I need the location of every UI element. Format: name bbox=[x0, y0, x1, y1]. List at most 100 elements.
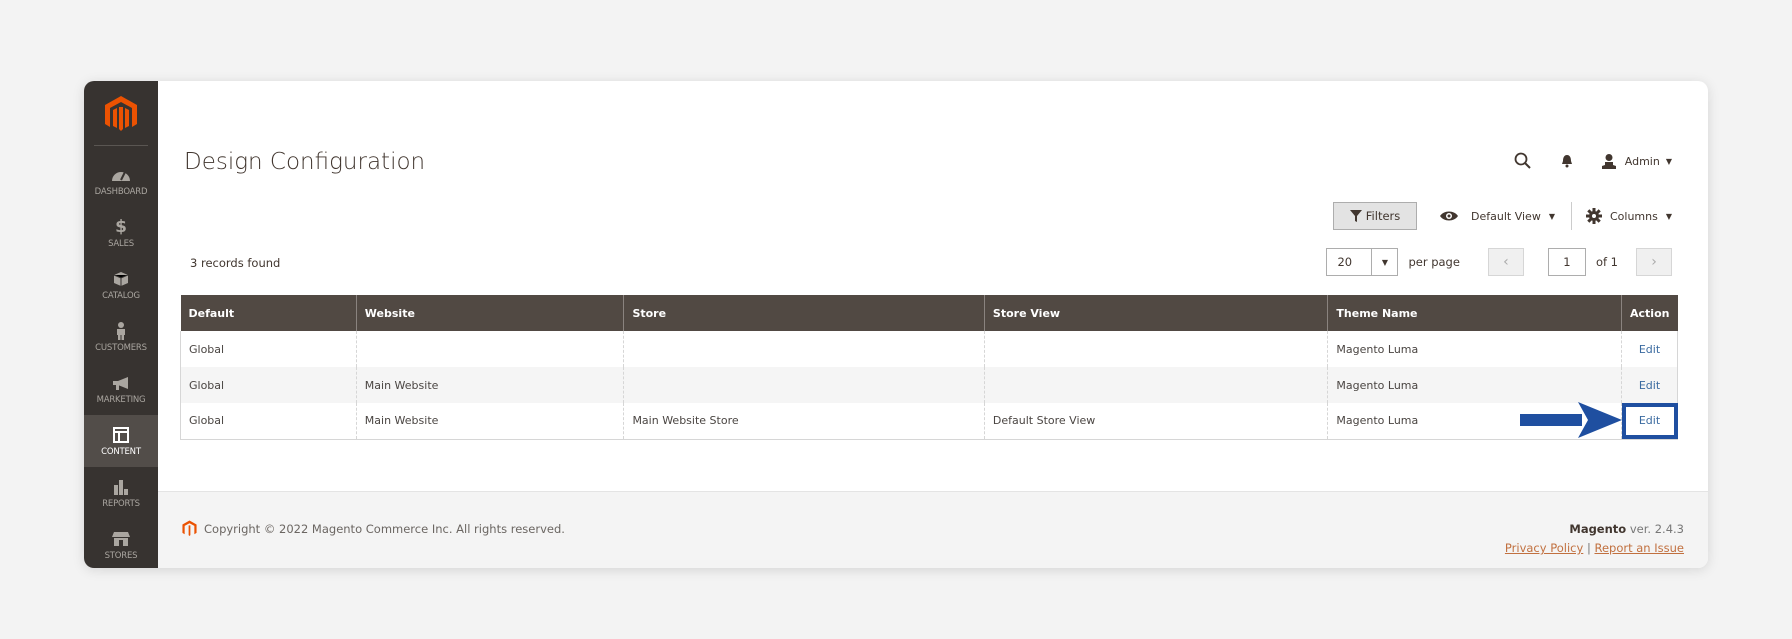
filters-button[interactable]: Filters bbox=[1333, 202, 1418, 230]
view-label: Default View bbox=[1471, 209, 1541, 223]
sidebar: DASHBOARD $ SALES CATALOG CUSTOMERS MARK… bbox=[84, 81, 158, 568]
sidebar-item-dashboard[interactable]: DASHBOARD bbox=[84, 155, 158, 207]
previous-page-button[interactable]: ‹ bbox=[1487, 248, 1524, 276]
sidebar-item-sales[interactable]: $ SALES bbox=[84, 207, 158, 259]
gear-icon bbox=[1585, 208, 1602, 224]
cell-store bbox=[623, 331, 985, 367]
dashboard-icon bbox=[111, 166, 131, 184]
copyright-text: Copyright © 2022 Magento Commerce Inc. A… bbox=[204, 521, 565, 536]
table-row: Global Main Website Main Website Store D… bbox=[180, 403, 1678, 440]
sidebar-item-reports[interactable]: REPORTS bbox=[84, 467, 158, 519]
cell-action: Edit bbox=[1621, 331, 1678, 367]
search-icon[interactable] bbox=[1513, 151, 1533, 171]
per-page-label: per page bbox=[1408, 255, 1460, 269]
edit-link[interactable]: Edit bbox=[1639, 343, 1660, 356]
chevron-left-icon: ‹ bbox=[1503, 254, 1509, 270]
caret-down-icon: ▼ bbox=[1548, 211, 1555, 221]
sidebar-item-label: DASHBOARD bbox=[94, 186, 148, 197]
cell-store-view bbox=[983, 367, 1328, 403]
column-header-theme-name[interactable]: Theme Name bbox=[1327, 295, 1622, 331]
header-actions: Admin ▼ bbox=[1513, 151, 1672, 171]
sidebar-item-label: CONTENT bbox=[101, 446, 141, 457]
column-header-store-view[interactable]: Store View bbox=[983, 295, 1328, 331]
column-header-website[interactable]: Website bbox=[355, 295, 624, 331]
user-icon bbox=[1601, 154, 1616, 169]
table-row: Global Magento Luma Edit bbox=[180, 331, 1678, 367]
cell-action-highlighted: Edit bbox=[1621, 403, 1678, 440]
footer: Copyright © 2022 Magento Commerce Inc. A… bbox=[158, 491, 1708, 568]
records-found: 3 records found bbox=[190, 256, 281, 270]
annotation-arrow-icon bbox=[1520, 402, 1622, 438]
filter-icon bbox=[1349, 210, 1362, 222]
default-view-dropdown[interactable]: Default View ▼ bbox=[1439, 210, 1555, 223]
bell-icon[interactable] bbox=[1557, 151, 1577, 171]
sidebar-item-label: REPORTS bbox=[102, 498, 140, 509]
cell-store-view bbox=[983, 331, 1328, 367]
per-page-select[interactable]: 20 ▼ bbox=[1326, 248, 1399, 276]
cell-theme-name: Magento Luma bbox=[1327, 367, 1622, 403]
filters-label: Filters bbox=[1365, 209, 1401, 223]
privacy-policy-link[interactable]: Privacy Policy bbox=[1505, 541, 1583, 555]
cell-default: Global bbox=[180, 403, 357, 440]
cell-store: Main Website Store bbox=[623, 403, 985, 440]
edit-link[interactable]: Edit bbox=[1639, 414, 1660, 427]
sidebar-item-label: CUSTOMERS bbox=[95, 342, 147, 353]
chevron-right-icon: › bbox=[1651, 254, 1657, 270]
page-title: Design Configuration bbox=[184, 149, 426, 175]
sidebar-item-label: MARKETING bbox=[96, 394, 146, 405]
sidebar-item-label: STORES bbox=[104, 550, 138, 561]
column-header-store[interactable]: Store bbox=[623, 295, 985, 331]
design-config-table: Default Website Store Store View Theme N… bbox=[180, 295, 1678, 440]
version-text: ver. 2.4.3 bbox=[1629, 522, 1684, 536]
pagination: 20 ▼ per page ‹ 1 of 1 › bbox=[1326, 248, 1672, 276]
columns-label: Columns bbox=[1609, 209, 1658, 223]
report-issue-link[interactable]: Report an Issue bbox=[1594, 541, 1684, 555]
link-separator: | bbox=[1586, 541, 1591, 555]
edit-link[interactable]: Edit bbox=[1639, 379, 1660, 392]
toolbar-divider bbox=[1570, 202, 1572, 230]
magento-logo-icon[interactable] bbox=[104, 95, 138, 133]
magento-logo-icon bbox=[182, 520, 197, 536]
dollar-icon: $ bbox=[115, 216, 127, 237]
megaphone-icon bbox=[111, 374, 131, 392]
table-row: Global Main Website Magento Luma Edit bbox=[180, 367, 1678, 403]
per-page-value: 20 bbox=[1337, 255, 1353, 269]
brand-name: Magento bbox=[1569, 522, 1627, 536]
admin-window: DASHBOARD $ SALES CATALOG CUSTOMERS MARK… bbox=[84, 81, 1708, 568]
sidebar-item-content[interactable]: CONTENT bbox=[84, 415, 158, 467]
cell-store bbox=[623, 367, 985, 403]
sidebar-item-customers[interactable]: CUSTOMERS bbox=[84, 311, 158, 363]
column-header-action: Action bbox=[1621, 295, 1678, 331]
page-total: of 1 bbox=[1595, 255, 1618, 269]
footer-copyright: Copyright © 2022 Magento Commerce Inc. A… bbox=[182, 520, 565, 537]
cell-website: Main Website bbox=[355, 403, 624, 440]
eye-icon bbox=[1440, 211, 1459, 221]
caret-down-icon: ▼ bbox=[1665, 211, 1672, 221]
next-page-button[interactable]: › bbox=[1636, 248, 1672, 276]
cell-website: Main Website bbox=[355, 367, 624, 403]
column-header-default[interactable]: Default bbox=[180, 295, 357, 331]
grid-toolbar: Filters Default View ▼ Columns ▼ bbox=[1333, 202, 1672, 230]
footer-version: Magento ver. 2.4.3 Privacy Policy | Repo… bbox=[1505, 520, 1684, 558]
sidebar-item-label: SALES bbox=[108, 238, 134, 249]
page-number-input[interactable]: 1 bbox=[1547, 248, 1586, 276]
sidebar-item-marketing[interactable]: MARKETING bbox=[84, 363, 158, 415]
cell-default: Global bbox=[180, 367, 357, 403]
cell-store-view: Default Store View bbox=[983, 403, 1328, 440]
main-content: Design Configuration Admin ▼ Filters Def… bbox=[158, 81, 1708, 491]
person-icon bbox=[111, 321, 131, 340]
cell-default: Global bbox=[180, 331, 357, 367]
sidebar-item-catalog[interactable]: CATALOG bbox=[84, 259, 158, 311]
logo-divider bbox=[94, 145, 148, 146]
box-icon bbox=[111, 270, 131, 288]
admin-user-menu[interactable]: Admin ▼ bbox=[1601, 153, 1672, 169]
bar-chart-icon bbox=[111, 478, 131, 496]
columns-dropdown[interactable]: Columns ▼ bbox=[1585, 208, 1672, 224]
storefront-icon bbox=[111, 530, 131, 548]
cell-action: Edit bbox=[1621, 367, 1678, 403]
sidebar-item-label: CATALOG bbox=[102, 290, 140, 301]
caret-down-icon[interactable]: ▼ bbox=[1371, 249, 1398, 275]
cell-website bbox=[355, 331, 624, 367]
sidebar-item-stores[interactable]: STORES bbox=[84, 519, 158, 568]
caret-down-icon: ▼ bbox=[1665, 156, 1672, 166]
